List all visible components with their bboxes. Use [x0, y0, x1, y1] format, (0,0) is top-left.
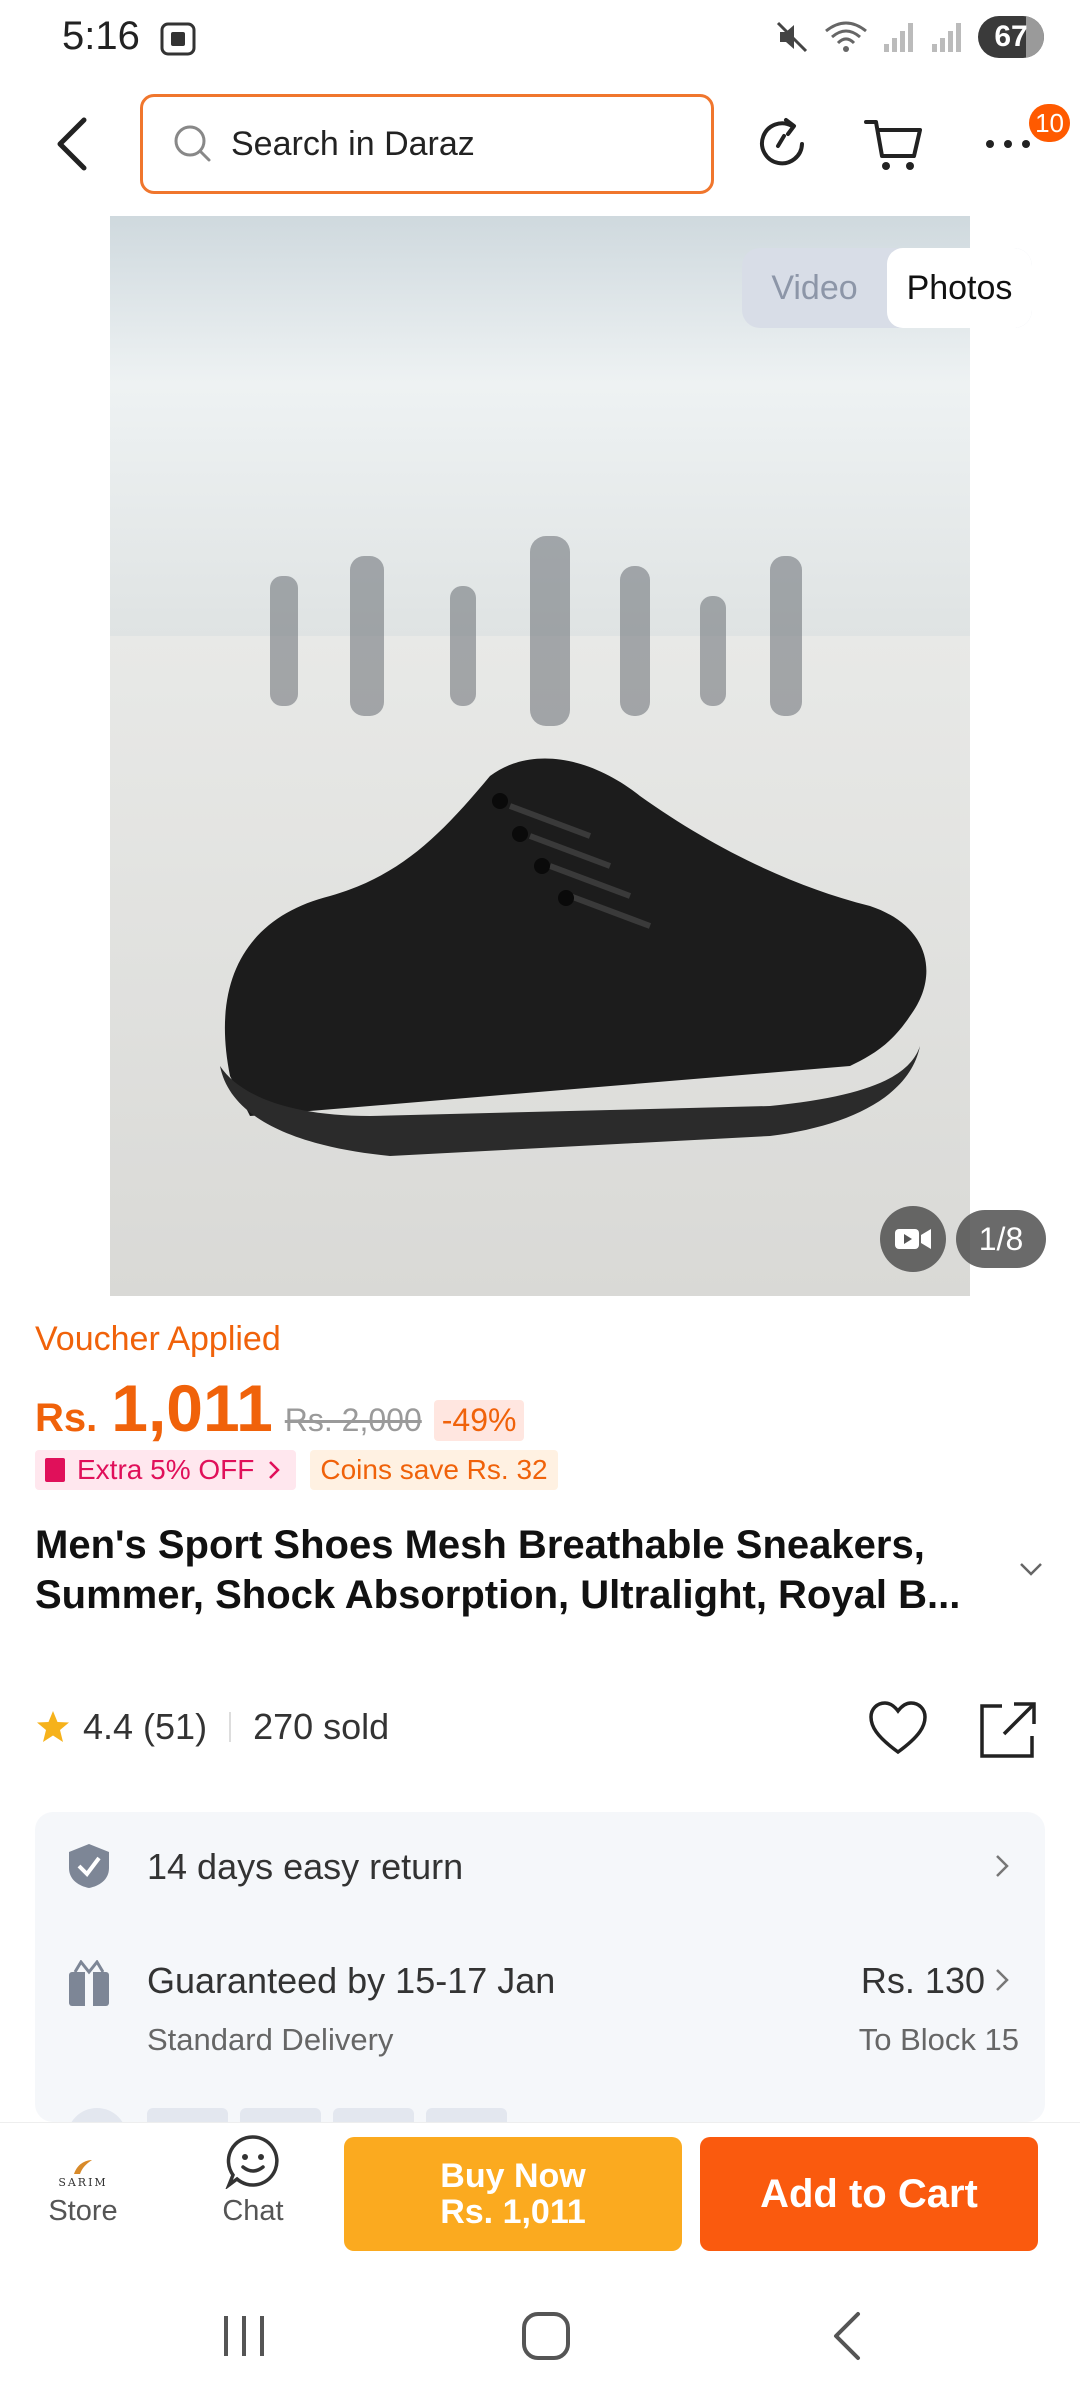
- review-count: (51): [143, 1706, 208, 1747]
- star-icon: [37, 1711, 69, 1742]
- image-background-people: [270, 536, 802, 726]
- chat-button[interactable]: Chat: [188, 2133, 318, 2228]
- cart-badge: 10: [1029, 104, 1070, 142]
- search-icon: [174, 125, 211, 162]
- chevron-right-icon: [269, 1461, 281, 1479]
- shield-check-icon: [69, 1844, 109, 1888]
- cart-icon[interactable]: [862, 112, 926, 176]
- signal-icon: [884, 23, 913, 52]
- screenshot-icon: [160, 22, 196, 56]
- video-play-button[interactable]: [880, 1206, 946, 1272]
- signal-icon-2: [932, 23, 961, 52]
- add-to-cart-button[interactable]: Add to Cart: [700, 2137, 1038, 2251]
- delivery-type: Standard Delivery: [147, 2022, 394, 2057]
- price-original: Rs. 2,000: [284, 1402, 422, 1438]
- divider: [229, 1712, 232, 1742]
- media-toggle: Video Photos: [742, 248, 1032, 328]
- shoe-image: [220, 758, 927, 1156]
- promo-row: Extra 5% OFF Coins save Rs. 32: [35, 1450, 558, 1490]
- tab-photos[interactable]: Photos: [887, 248, 1032, 328]
- price-current: 1,011: [111, 1371, 273, 1445]
- store-logo-text: SARIM: [58, 2176, 108, 2189]
- chevron-down-icon[interactable]: [1018, 1560, 1044, 1578]
- system-nav-bar: [0, 2262, 1080, 2400]
- mute-icon: [776, 21, 808, 53]
- coins-label: Coins save Rs. 32: [320, 1454, 548, 1485]
- extra-off-promo[interactable]: Extra 5% OFF: [35, 1450, 297, 1490]
- package-icon: [69, 1960, 109, 2006]
- chat-label: Chat: [222, 2195, 284, 2227]
- delivery-row[interactable]: Guaranteed by 15-17 Jan Standard Deliver…: [35, 1922, 1045, 2102]
- buy-now-label: Buy Now: [440, 2157, 586, 2195]
- return-text: 14 days easy return: [147, 1846, 464, 1887]
- battery-indicator: 67: [978, 16, 1044, 58]
- chat-icon: [225, 2135, 279, 2189]
- return-row[interactable]: 14 days easy return: [35, 1812, 1045, 1922]
- recent-apps-icon[interactable]: [214, 2306, 274, 2366]
- delivery-date: Guaranteed by 15-17 Jan: [147, 1960, 556, 2001]
- back-nav-icon[interactable]: [818, 2306, 878, 2366]
- status-bar: 5:16 67: [0, 0, 1080, 80]
- price-row: Rs. 1,011 Rs. 2,000 -49%: [35, 1370, 525, 1446]
- delivery-fee: Rs. 130: [860, 1960, 985, 2001]
- video-camera-icon: [895, 1229, 931, 1249]
- next-row-peek-icon: [67, 2108, 127, 2122]
- discount-badge: -49%: [433, 1400, 525, 1441]
- delivery-location: To Block 15: [858, 2022, 1019, 2057]
- image-counter: 1/8: [956, 1210, 1046, 1268]
- back-icon[interactable]: [44, 112, 104, 176]
- heart-icon[interactable]: [868, 1700, 928, 1756]
- store-logo-icon: [74, 2160, 92, 2174]
- wifi-icon: [825, 21, 867, 52]
- sold-count: 270 sold: [253, 1706, 390, 1747]
- buy-now-price: Rs. 1,011: [440, 2193, 586, 2231]
- store-button[interactable]: SARIM Store: [18, 2133, 148, 2228]
- rating-row[interactable]: 4.4 (51) 270 sold: [35, 1706, 389, 1748]
- product-image[interactable]: [110, 216, 970, 1296]
- store-logo: SARIM: [53, 2133, 113, 2189]
- bottom-action-bar: SARIM Store Chat Buy Now Rs. 1,011 Add t…: [0, 2122, 1080, 2262]
- search-placeholder: Search in Daraz: [231, 124, 475, 163]
- store-label: Store: [48, 2195, 118, 2227]
- extra-off-label: Extra 5% OFF: [77, 1454, 255, 1485]
- next-row-peek: [147, 2108, 507, 2122]
- share-icon[interactable]: [978, 1700, 1038, 1760]
- product-title: Men's Sport Shoes Mesh Breathable Sneake…: [35, 1523, 961, 1617]
- top-header: Search in Daraz 10: [0, 90, 1080, 200]
- status-time: 5:16: [62, 14, 140, 58]
- coins-promo: Coins save Rs. 32: [310, 1450, 558, 1490]
- price-currency: Rs.: [35, 1396, 98, 1440]
- history-icon[interactable]: [750, 112, 814, 176]
- search-bar[interactable]: Search in Daraz: [140, 94, 714, 194]
- buy-now-button[interactable]: Buy Now Rs. 1,011: [344, 2137, 682, 2251]
- chevron-right-icon: [996, 1855, 1009, 1877]
- tab-video[interactable]: Video: [742, 248, 887, 328]
- voucher-tag-icon: [45, 1458, 65, 1482]
- rating-value: 4.4: [83, 1706, 134, 1747]
- home-icon[interactable]: [516, 2306, 576, 2366]
- chevron-right-icon-2: [996, 1969, 1009, 1991]
- service-card: 14 days easy return Guaranteed by 15-17 …: [35, 1812, 1045, 2122]
- voucher-applied-label: Voucher Applied: [35, 1320, 281, 1358]
